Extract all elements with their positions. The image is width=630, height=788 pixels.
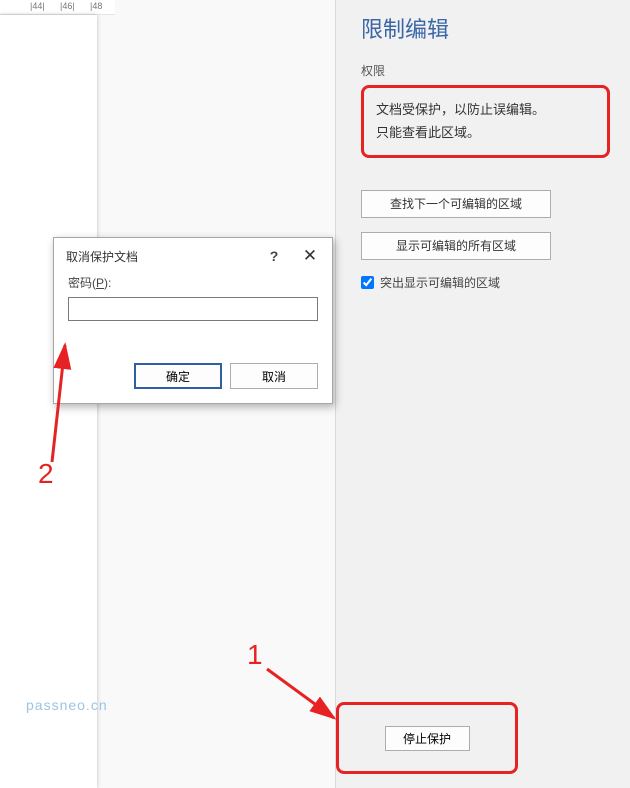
dialog-titlebar[interactable]: 取消保护文档 ? ✕ bbox=[54, 238, 332, 274]
panel-title: 限制编辑 bbox=[361, 12, 610, 44]
info-line-1: 文档受保护，以防止误编辑。 bbox=[376, 98, 595, 121]
dialog-body: 密码(P): bbox=[54, 274, 332, 321]
dialog-help-icon[interactable]: ? bbox=[256, 238, 292, 274]
watermark: passneo.cn bbox=[26, 697, 108, 713]
ruler-tick-44: |44| bbox=[28, 0, 47, 15]
ruler: |44| |46| |48 bbox=[0, 0, 115, 15]
dialog-title: 取消保护文档 bbox=[66, 248, 256, 265]
permissions-label: 权限 bbox=[361, 62, 610, 79]
stop-protection-box: 停止保护 bbox=[336, 702, 518, 774]
password-label: 密码(P): bbox=[68, 274, 318, 291]
restrict-editing-panel: 限制编辑 权限 文档受保护，以防止误编辑。 只能查看此区域。 查找下一个可编辑的… bbox=[335, 0, 630, 788]
unprotect-document-dialog: 取消保护文档 ? ✕ 密码(P): 确定 取消 bbox=[53, 237, 333, 404]
info-line-2: 只能查看此区域。 bbox=[376, 121, 595, 144]
stop-protection-button[interactable]: 停止保护 bbox=[385, 726, 470, 751]
password-input[interactable] bbox=[68, 297, 318, 321]
find-next-region-button[interactable]: 查找下一个可编辑的区域 bbox=[361, 190, 551, 218]
ok-button[interactable]: 确定 bbox=[134, 363, 222, 389]
cancel-button[interactable]: 取消 bbox=[230, 363, 318, 389]
highlight-regions-checkbox[interactable] bbox=[361, 276, 374, 289]
annotation-number-1: 1 bbox=[247, 639, 263, 671]
close-icon[interactable]: ✕ bbox=[292, 238, 328, 274]
annotation-number-2: 2 bbox=[38, 458, 54, 490]
highlight-regions-label: 突出显示可编辑的区域 bbox=[380, 274, 500, 291]
show-all-regions-button[interactable]: 显示可编辑的所有区域 bbox=[361, 232, 551, 260]
protection-info-box: 文档受保护，以防止误编辑。 只能查看此区域。 bbox=[361, 85, 610, 158]
ruler-tick-46: |46| bbox=[58, 0, 77, 15]
highlight-regions-row[interactable]: 突出显示可编辑的区域 bbox=[361, 274, 610, 291]
dialog-button-row: 确定 取消 bbox=[134, 363, 318, 389]
ruler-tick-48: |48 bbox=[88, 0, 104, 15]
